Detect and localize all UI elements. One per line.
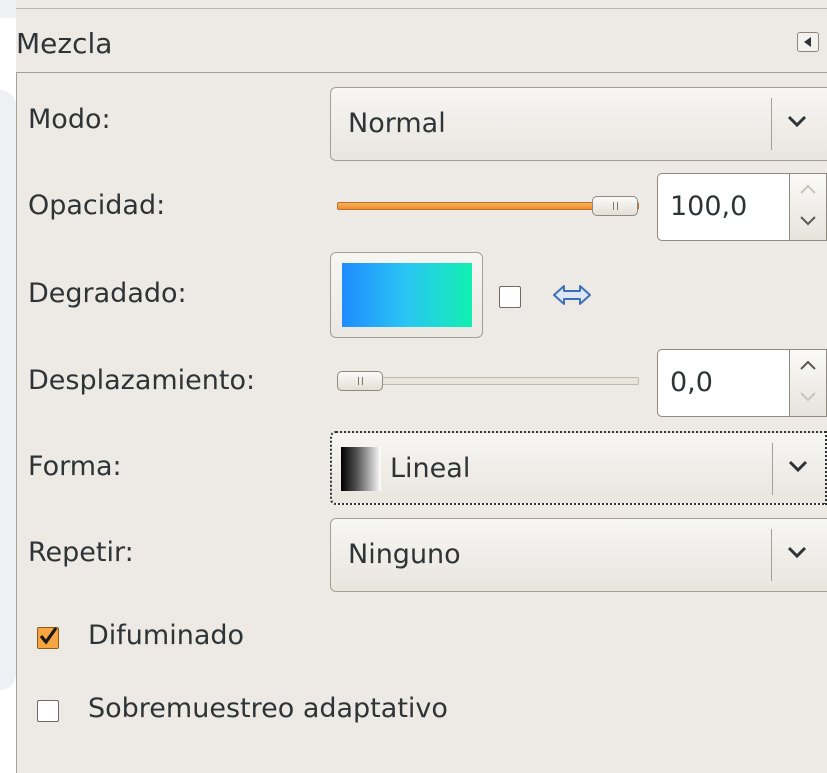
- opacity-input[interactable]: 100,0: [657, 173, 790, 241]
- dropdown-separator: [771, 98, 772, 150]
- gradient-preview: [342, 263, 472, 327]
- chevron-down-icon: [787, 115, 807, 128]
- repeat-label: Repetir:: [28, 537, 134, 568]
- opacity-slider-handle[interactable]: [592, 196, 638, 216]
- adaptive-supersampling-checkbox[interactable]: [37, 700, 59, 722]
- swap-arrows-icon: [553, 285, 591, 305]
- reverse-gradient-checkbox[interactable]: [499, 286, 521, 308]
- panel-divider: [16, 8, 827, 9]
- chevron-down-icon: [787, 546, 807, 559]
- chevron-down-icon[interactable]: [798, 390, 818, 404]
- dither-label[interactable]: Difuminado: [88, 620, 244, 651]
- mode-value: Normal: [348, 108, 446, 139]
- panel-menu-icon[interactable]: [797, 32, 819, 52]
- offset-label: Desplazamiento:: [28, 365, 256, 396]
- mode-label: Modo:: [28, 104, 111, 135]
- adaptive-supersampling-label[interactable]: Sobremuestreo adaptativo: [88, 693, 448, 724]
- mode-dropdown[interactable]: Normal: [330, 87, 827, 161]
- offset-slider-handle[interactable]: [337, 371, 383, 391]
- checkmark-icon: [39, 627, 58, 645]
- chevron-up-icon[interactable]: [798, 358, 818, 372]
- opacity-stepper[interactable]: [790, 173, 827, 241]
- offset-stepper[interactable]: [790, 349, 827, 417]
- dropdown-separator: [772, 443, 773, 495]
- repeat-value: Ninguno: [348, 539, 461, 570]
- linear-shape-icon: [341, 447, 381, 491]
- chevron-down-icon: [788, 460, 808, 473]
- panel-title: Mezcla: [16, 27, 113, 60]
- gradient-picker-button[interactable]: [330, 252, 483, 338]
- offset-value: 0,0: [670, 367, 713, 398]
- chevron-up-icon[interactable]: [798, 182, 818, 196]
- offset-slider[interactable]: [344, 377, 639, 385]
- blend-options-panel: Mezcla Modo: Normal Opacidad: 100,0 Degr…: [16, 0, 827, 773]
- shape-label: Forma:: [28, 451, 122, 482]
- dropdown-separator: [771, 529, 772, 581]
- dither-checkbox[interactable]: [37, 627, 59, 649]
- shape-value: Lineal: [390, 453, 471, 484]
- shape-dropdown[interactable]: Lineal: [330, 431, 827, 505]
- offset-input[interactable]: 0,0: [657, 349, 790, 417]
- opacity-label: Opacidad:: [28, 190, 166, 221]
- chevron-down-icon[interactable]: [798, 214, 818, 228]
- gradient-label: Degradado:: [28, 278, 187, 309]
- repeat-dropdown[interactable]: Ninguno: [330, 518, 827, 592]
- opacity-value: 100,0: [670, 191, 748, 222]
- background-shape: [0, 90, 16, 690]
